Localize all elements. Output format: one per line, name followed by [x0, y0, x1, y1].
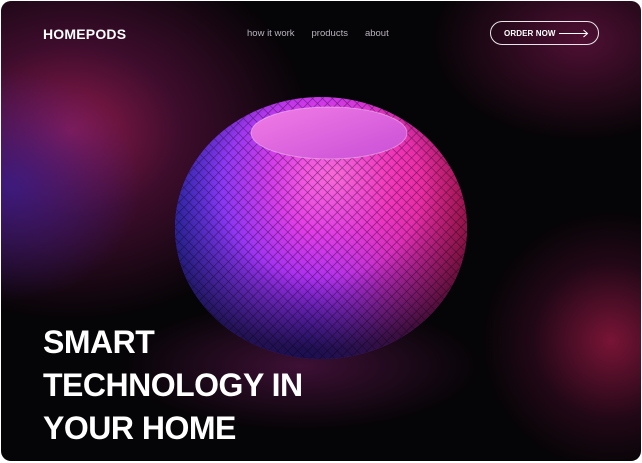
headline-line: TECHNOLOGY IN: [43, 367, 303, 403]
top-navigation: HOMEPODS how it work products about ORDE…: [1, 1, 641, 67]
nav-link-about[interactable]: about: [365, 28, 389, 39]
headline-line: YOUR HOME: [43, 410, 236, 446]
nav-links: how it work products about: [247, 28, 389, 39]
background-glow: [481, 211, 641, 461]
hero-page: HOMEPODS how it work products about ORDE…: [1, 1, 641, 461]
arrow-right-icon: [559, 29, 589, 38]
headline-line: SMART: [43, 324, 155, 360]
order-now-button[interactable]: ORDER NOW: [490, 21, 599, 45]
brand-logo[interactable]: HOMEPODS: [43, 26, 126, 42]
order-now-label: ORDER NOW: [504, 28, 556, 38]
hero-headline: SMART TECHNOLOGY IN YOUR HOME: [43, 321, 303, 450]
nav-link-how-it-work[interactable]: how it work: [247, 28, 295, 39]
background-glow: [1, 71, 141, 301]
nav-link-products[interactable]: products: [312, 28, 348, 39]
